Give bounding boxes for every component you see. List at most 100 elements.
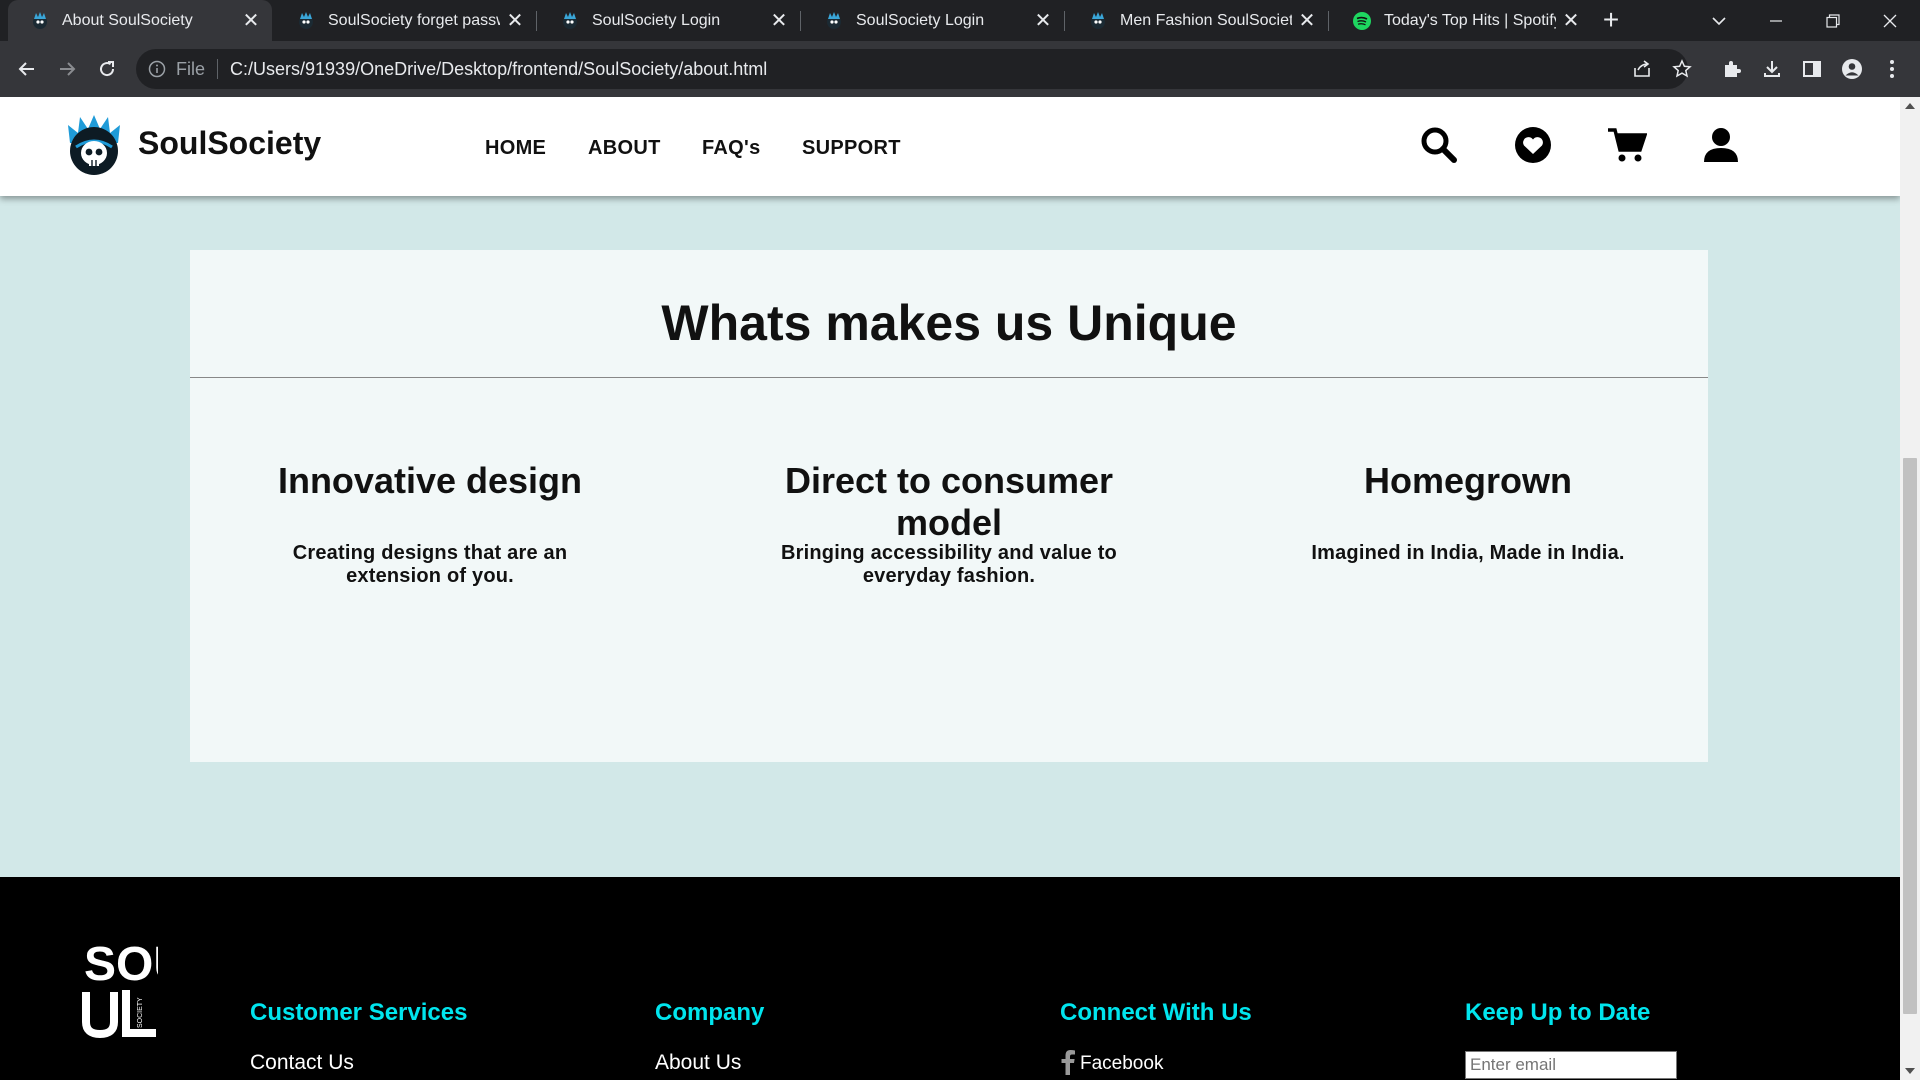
site-footer: SOUL SOCIETY Customer Services Contact U… [0,877,1900,1080]
close-tab-icon[interactable]: ✕ [1034,8,1052,33]
heart-icon [1515,127,1551,163]
footer-heading: Connect With Us [1060,999,1252,1026]
url-text[interactable]: C:/Users/91939/OneDrive/Desktop/frontend… [230,59,767,80]
cart-icon [1608,128,1647,162]
close-tab-icon[interactable]: ✕ [1562,8,1580,33]
tab-men-fashion[interactable]: Men Fashion SoulSociety ✕ [1066,0,1328,41]
tab-title: Men Fashion SoulSociety [1120,11,1292,29]
chevron-down-icon [1712,16,1726,25]
side-panel-button[interactable] [1798,55,1826,83]
downloads-button[interactable] [1758,55,1786,83]
wishlist-button[interactable] [1513,125,1553,165]
tab-login-1[interactable]: SoulSociety Login ✕ [538,0,800,41]
feature-title: Innovative design [277,460,583,501]
profile-button[interactable] [1838,55,1866,83]
tab-strip: About SoulSociety ✕ SoulSociety forget p… [0,0,1920,41]
footer-logo-text: SOUL [84,938,158,991]
soulsociety-favicon-icon [299,11,313,29]
close-tab-icon[interactable]: ✕ [1298,8,1316,33]
tab-about-soulsociety[interactable]: About SoulSociety ✕ [8,0,272,41]
profile-icon [1842,59,1862,79]
feature-card: Homegrown Imagined in India, Made in Ind… [1258,460,1678,565]
account-button[interactable] [1701,125,1741,165]
tab-login-2[interactable]: SoulSociety Login ✕ [802,0,1064,41]
nav-home[interactable]: HOME [485,137,546,160]
feature-card: Direct to consumer model Bringing access… [739,460,1159,588]
reload-button[interactable] [93,55,121,83]
tab-search-button[interactable] [1691,0,1747,41]
site-header: SoulSociety HOME ABOUT FAQ's SUPPORT [0,97,1900,196]
search-button[interactable] [1419,125,1459,165]
facebook-icon [1061,1050,1075,1075]
restore-icon [1826,13,1840,28]
scrollbar-thumb[interactable] [1903,458,1917,1014]
soulsociety-favicon-icon [827,11,841,29]
nav-faqs[interactable]: FAQ's [702,137,761,160]
browser-toolbar: File C:/Users/91939/OneDrive/Desktop/fro… [0,41,1920,97]
share-icon [1634,60,1650,77]
tab-title: Today's Top Hits | Spotify Playlist [1384,11,1556,29]
about-us-link[interactable]: About Us [655,1051,764,1075]
close-icon [1883,14,1897,27]
new-tab-button[interactable]: + [1597,6,1625,34]
soul-society-footer-logo[interactable]: SOUL SOCIETY [82,934,158,1038]
nav-support[interactable]: SUPPORT [802,137,901,160]
user-icon [1704,128,1738,162]
search-icon [1421,127,1457,163]
feature-title: Direct to consumer model [784,460,1114,543]
feature-card: Innovative design Creating designs that … [220,460,640,588]
cart-button[interactable] [1607,125,1647,165]
url-scheme: File [176,58,206,79]
scroll-up-arrow-icon[interactable] [1905,103,1915,109]
share-button[interactable] [1624,51,1660,87]
tab-title: About SoulSociety [62,11,193,29]
feature-title: Homegrown [1363,460,1572,501]
minimize-button[interactable] [1748,0,1804,41]
tab-spotify[interactable]: Today's Top Hits | Spotify Playlist ✕ [1330,0,1592,41]
close-tab-icon[interactable]: ✕ [506,8,524,33]
close-tab-icon[interactable]: ✕ [770,8,788,33]
tab-title: SoulSociety forget password [328,11,500,29]
download-icon [1764,61,1780,77]
tab-separator [800,11,801,31]
puzzle-icon [1725,61,1741,77]
footer-heading: Company [655,999,765,1026]
soulsociety-logo-icon[interactable] [62,113,126,177]
extensions-button[interactable] [1718,55,1746,83]
tab-separator [1064,11,1065,31]
brand-name[interactable]: SoulSociety [138,125,321,162]
section-divider [190,377,1708,378]
page-scrollbar[interactable] [1900,97,1920,1080]
back-button[interactable] [13,55,41,83]
side-panel-icon [1803,61,1821,77]
star-icon [1672,59,1692,78]
footer-connect: Connect With Us Facebook [1060,999,1252,1075]
footer-company: Company About Us [655,999,764,1075]
nav-about[interactable]: ABOUT [588,137,661,160]
tab-separator [536,11,537,31]
close-tab-icon[interactable]: ✕ [242,8,260,33]
minimize-icon [1770,19,1782,22]
bookmark-button[interactable] [1664,51,1700,87]
forward-button[interactable] [53,55,81,83]
contact-us-link[interactable]: Contact Us [250,1051,467,1075]
email-input[interactable] [1465,1051,1677,1079]
feature-description: Bringing accessibility and value to ever… [781,542,1117,587]
facebook-link[interactable]: Facebook [1060,1049,1252,1075]
menu-button[interactable] [1878,55,1906,83]
tab-forget-password[interactable]: SoulSociety forget password ✕ [274,0,536,41]
tab-separator [1328,11,1329,31]
soulsociety-favicon-icon [563,11,577,29]
footer-customer-services: Customer Services Contact Us [250,999,467,1075]
kebab-menu-icon [1890,60,1894,78]
close-window-button[interactable] [1862,0,1918,41]
reload-icon [100,61,115,77]
url-divider [217,59,219,79]
tab-title: SoulSociety Login [592,11,721,29]
arrow-left-icon [18,62,34,76]
restore-button[interactable] [1805,0,1861,41]
address-bar[interactable]: File C:/Users/91939/OneDrive/Desktop/fro… [136,49,1688,89]
info-icon [148,60,166,78]
scroll-down-arrow-icon[interactable] [1905,1068,1915,1074]
footer-logo-subtext: SOCIETY [137,997,144,1028]
